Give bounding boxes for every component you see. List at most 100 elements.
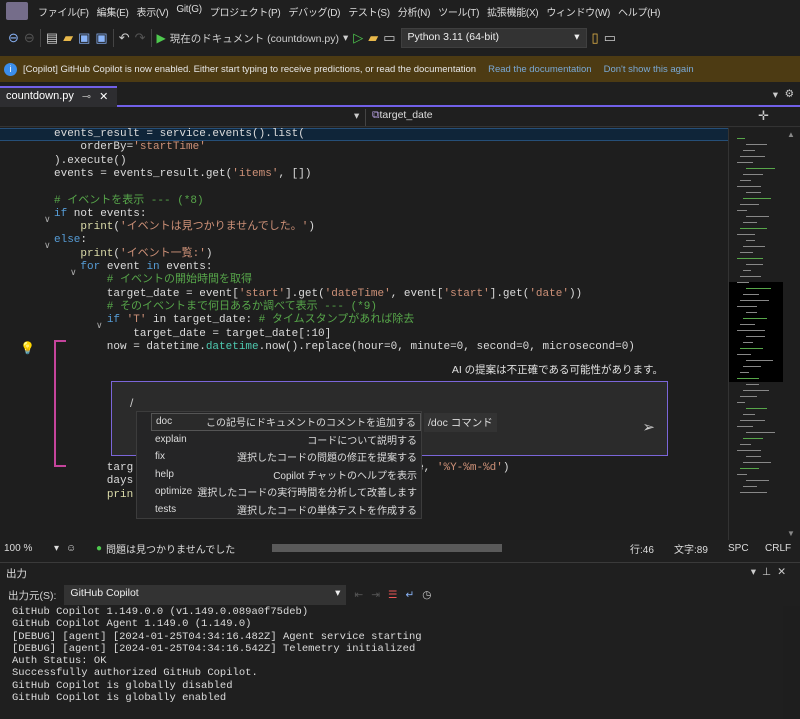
clock-icon[interactable]: ◷ — [422, 589, 431, 601]
command-name: doc — [156, 416, 173, 428]
code-token: in target_date: — [146, 314, 259, 327]
run-button[interactable]: ▶ 現在のドキュメント (countdown.py) ▾ — [157, 31, 349, 46]
menu-item[interactable]: 表示(V) — [133, 4, 173, 19]
gear-icon[interactable]: ⚙ — [785, 88, 794, 100]
layout-icon[interactable]: ▭ — [604, 30, 616, 46]
run-without-debug-icon[interactable]: ▷ — [353, 30, 363, 46]
send-icon[interactable]: ➢ — [642, 418, 655, 436]
back-icon[interactable]: ⊖ — [8, 30, 19, 46]
command-tests[interactable]: tests 選択したコードの単体テストを作成する — [151, 501, 421, 519]
code-token: # イベントの開始時間を取得 — [54, 274, 253, 287]
minimap-line — [740, 468, 759, 469]
word-wrap-icon[interactable]: ↵ — [405, 589, 414, 601]
minimap-viewport[interactable] — [729, 282, 783, 382]
ai-warning: AI の提案は不正確である可能性があります。 — [451, 364, 663, 376]
code-token: 'イベント一覧:' — [120, 247, 206, 260]
forward-icon[interactable]: ⊖ — [24, 30, 35, 46]
menu-item[interactable]: 編集(E) — [93, 4, 133, 19]
save-all-icon[interactable]: ▣ — [95, 30, 107, 46]
lightbulb-icon[interactable]: 💡 — [20, 341, 35, 355]
zoom-dropdown-icon[interactable]: ▾ — [54, 543, 66, 554]
tab-list-dropdown-icon[interactable]: ▾ — [773, 89, 778, 101]
save-icon[interactable]: ▣ — [78, 30, 90, 46]
gift-icon[interactable]: ▯ — [592, 30, 599, 46]
code-token: for — [80, 261, 101, 273]
minimap[interactable] — [728, 128, 783, 540]
menu-item[interactable]: 分析(N) — [394, 4, 434, 19]
minimap-line — [740, 204, 759, 205]
vertical-scrollbar[interactable]: ▲ ▼ — [783, 128, 800, 540]
command-explain[interactable]: explain コードについて説明する — [151, 431, 421, 449]
code-token: events_result = service.events().list( — [54, 128, 305, 140]
command-fix[interactable]: fix 選択したコードの問題の修正を提案する — [151, 448, 421, 466]
code-token: in — [146, 261, 160, 273]
new-project-icon[interactable]: ▤ — [46, 30, 58, 46]
code-token: 'dateTime' — [324, 287, 391, 300]
chat-input[interactable]: / — [130, 396, 133, 410]
tab-countdown-py[interactable]: countdown.py ⊸ ✕ — [0, 86, 117, 107]
minimap-line — [746, 264, 763, 265]
code-editor[interactable]: events_result = service.events().list( o… — [0, 128, 728, 540]
panel-controls[interactable]: ▾⊥✕ — [751, 566, 792, 578]
dont-show-link[interactable]: Don't show this again — [604, 64, 694, 75]
fold-icon[interactable]: ∨ — [44, 240, 51, 251]
code-line: events = events_result.get('items', []) — [54, 168, 311, 181]
output-scrollbar[interactable] — [783, 606, 800, 719]
field-icon: ⧉ — [372, 109, 380, 121]
folder-search-icon[interactable]: ▰ — [368, 30, 378, 46]
close-icon[interactable]: ✕ — [99, 90, 108, 105]
info-message: [Copilot] GitHub Copilot is now enabled.… — [23, 63, 477, 75]
minimap-line — [737, 474, 747, 475]
menu-item[interactable]: プロジェクト(P) — [206, 4, 285, 19]
command-optimize[interactable]: optimize 選択したコードの実行時間を分析して改善します — [151, 483, 421, 501]
fold-icon[interactable]: ∨ — [70, 267, 77, 278]
toolbar-separator — [150, 29, 152, 47]
clear-all-icon[interactable]: ☰ — [388, 589, 397, 601]
pin-icon[interactable]: ⊸ — [82, 90, 91, 105]
fold-icon[interactable]: ∨ — [44, 214, 51, 225]
code-token: 'イベントは見つかりませんでした。' — [120, 221, 309, 234]
minimap-line — [746, 432, 775, 433]
source-label: 出力元(S): — [8, 589, 57, 602]
split-icon[interactable]: ✛ — [758, 108, 769, 124]
scroll-down-icon[interactable]: ▼ — [787, 529, 795, 538]
code-token: )) — [568, 287, 583, 300]
minimap-line — [743, 222, 757, 223]
open-folder-icon[interactable]: ▰ — [63, 30, 73, 46]
menu-item[interactable]: デバッグ(D) — [284, 4, 344, 19]
whitespace-mode[interactable]: SPC — [728, 543, 749, 554]
code-token: 'start' — [443, 287, 490, 300]
minimap-line — [737, 330, 765, 331]
redo-icon[interactable]: ↷ — [135, 30, 146, 46]
copilot-icon[interactable]: ☺ — [66, 543, 96, 554]
read-docs-link[interactable]: Read the documentation — [488, 64, 592, 75]
goto-previous-icon[interactable]: ⇤ — [354, 589, 363, 601]
menu-item[interactable]: ウィンドウ(W) — [542, 4, 614, 19]
minimap-line — [743, 294, 759, 295]
command-doc[interactable]: doc この記号にドキュメントのコメントを追加する — [151, 413, 421, 431]
undo-icon[interactable]: ↶ — [119, 30, 130, 46]
zoom-level[interactable]: 100 % — [4, 543, 54, 554]
code-line: for event in events: — [54, 261, 212, 274]
goto-next-icon[interactable]: ⇥ — [371, 589, 380, 601]
scope-dropdown-icon[interactable]: ▾ — [354, 110, 359, 122]
menu-item[interactable]: 拡張機能(X) — [483, 4, 542, 19]
output-source-select[interactable]: GitHub Copilot ▾ — [64, 585, 347, 605]
code-line: print('イベントは見つかりませんでした。') — [54, 221, 315, 234]
minimap-line — [743, 438, 763, 439]
fold-icon[interactable]: ∨ — [96, 320, 103, 331]
horizontal-scrollbar[interactable] — [272, 544, 502, 552]
scroll-up-icon[interactable]: ▲ — [787, 130, 795, 139]
menu-item[interactable]: ファイル(F) — [34, 4, 93, 19]
line-ending[interactable]: CRLF — [765, 543, 791, 554]
output-line: [DEBUG] [agent] [2024-01-25T04:34:16.542… — [12, 642, 416, 655]
window-icon[interactable]: ▭ — [383, 30, 395, 46]
menu-item[interactable]: ツール(T) — [434, 4, 483, 19]
python-environment-select[interactable]: Python 3.11 (64-bit) ▾ — [400, 28, 587, 48]
issues-status[interactable]: 問題は見つかりませんでした — [106, 541, 235, 556]
command-help[interactable]: help Copilot チャットのヘルプを表示 — [151, 466, 421, 484]
member-dropdown[interactable]: ⧉target_date — [365, 109, 727, 126]
menu-item[interactable]: テスト(S) — [344, 4, 394, 19]
menu-item[interactable]: ヘルプ(H) — [614, 4, 664, 19]
menu-item[interactable]: Git(G) — [172, 4, 205, 19]
